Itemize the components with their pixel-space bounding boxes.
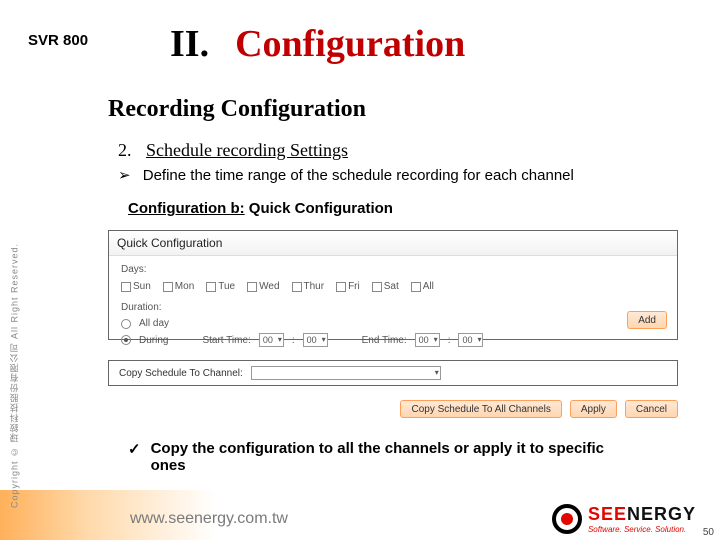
days-label: Days: [121,264,665,275]
radio-during[interactable] [121,335,131,345]
copy-all-button[interactable]: Copy Schedule To All Channels [400,400,561,418]
title-number: II. [170,22,209,66]
start-min-select[interactable]: 00 [303,333,328,347]
end-min-select[interactable]: 00 [458,333,483,347]
footer-url: www.seenergy.com.tw [130,510,288,528]
radio-allday[interactable] [121,319,131,329]
checkbox-icon [292,282,302,292]
logo-tagline: Software. Service. Solution. [588,525,696,534]
day-checkbox-tue[interactable]: Tue [206,281,235,292]
day-checkbox-sun[interactable]: Sun [121,281,151,292]
start-hour-select[interactable]: 00 [259,333,284,347]
config-b-prefix: Configuration b: [128,200,245,217]
numbered-item: 2. Schedule recording Settings [118,140,348,161]
end-hour-select[interactable]: 00 [415,333,440,347]
checkbox-icon [247,282,257,292]
title-text: Configuration [235,22,465,66]
page-title: II. Configuration [170,22,465,66]
check-note: ✓ Copy the configuration to all the chan… [128,440,608,474]
item-text: Schedule recording Settings [146,140,348,160]
config-b-suffix: Quick Configuration [245,200,393,217]
checkbox-icon [411,282,421,292]
brand-logo: SEENERGY Software. Service. Solution. [552,504,696,534]
day-checkbox-thur[interactable]: Thur [292,281,325,292]
item-number: 2. [118,140,132,160]
quick-config-panel: Quick Configuration Days: Sun Mon Tue We… [108,230,678,340]
add-button[interactable]: Add [627,311,667,329]
duration-label: Duration: [121,302,665,313]
copy-schedule-label: Copy Schedule To Channel: [119,368,243,379]
checkmark-icon: ✓ [128,440,141,474]
days-row: Sun Mon Tue Wed Thur Fri Sat All [121,281,665,292]
section-heading: Recording Configuration [108,96,366,123]
copy-channel-select[interactable] [251,366,441,380]
check-note-text: Copy the configuration to all the channe… [151,440,608,474]
config-b-heading: Configuration b: Quick Configuration [128,200,393,217]
logo-icon [552,504,582,534]
apply-button[interactable]: Apply [570,400,617,418]
day-checkbox-mon[interactable]: Mon [163,281,194,292]
day-checkbox-all[interactable]: All [411,281,434,292]
day-checkbox-wed[interactable]: Wed [247,281,279,292]
logo-wordmark: SEENERGY [588,504,696,525]
copy-schedule-panel: Copy Schedule To Channel: [108,360,678,386]
checkbox-icon [336,282,346,292]
checkbox-icon [121,282,131,292]
checkbox-icon [372,282,382,292]
end-time-label: End Time: [362,335,407,346]
panel-header: Quick Configuration [109,231,677,256]
arrow-bullet-text: Define the time range of the schedule re… [143,167,574,184]
copyright-text: Copyright © 琭銨科技股份有限公司 All Right Reserve… [4,210,24,540]
arrow-icon: ➢ [118,167,131,184]
action-button-row: Copy Schedule To All Channels Apply Canc… [400,400,678,418]
checkbox-icon [163,282,173,292]
day-checkbox-sat[interactable]: Sat [372,281,399,292]
product-label: SVR 800 [28,32,88,49]
checkbox-icon [206,282,216,292]
arrow-bullet-row: ➢ Define the time range of the schedule … [118,166,574,184]
radio-allday-label: All day [139,318,169,329]
cancel-button[interactable]: Cancel [625,400,678,418]
radio-during-label: During [139,335,168,346]
page-number: 50 [703,527,714,538]
start-time-label: Start Time: [202,335,250,346]
day-checkbox-fri[interactable]: Fri [336,281,360,292]
